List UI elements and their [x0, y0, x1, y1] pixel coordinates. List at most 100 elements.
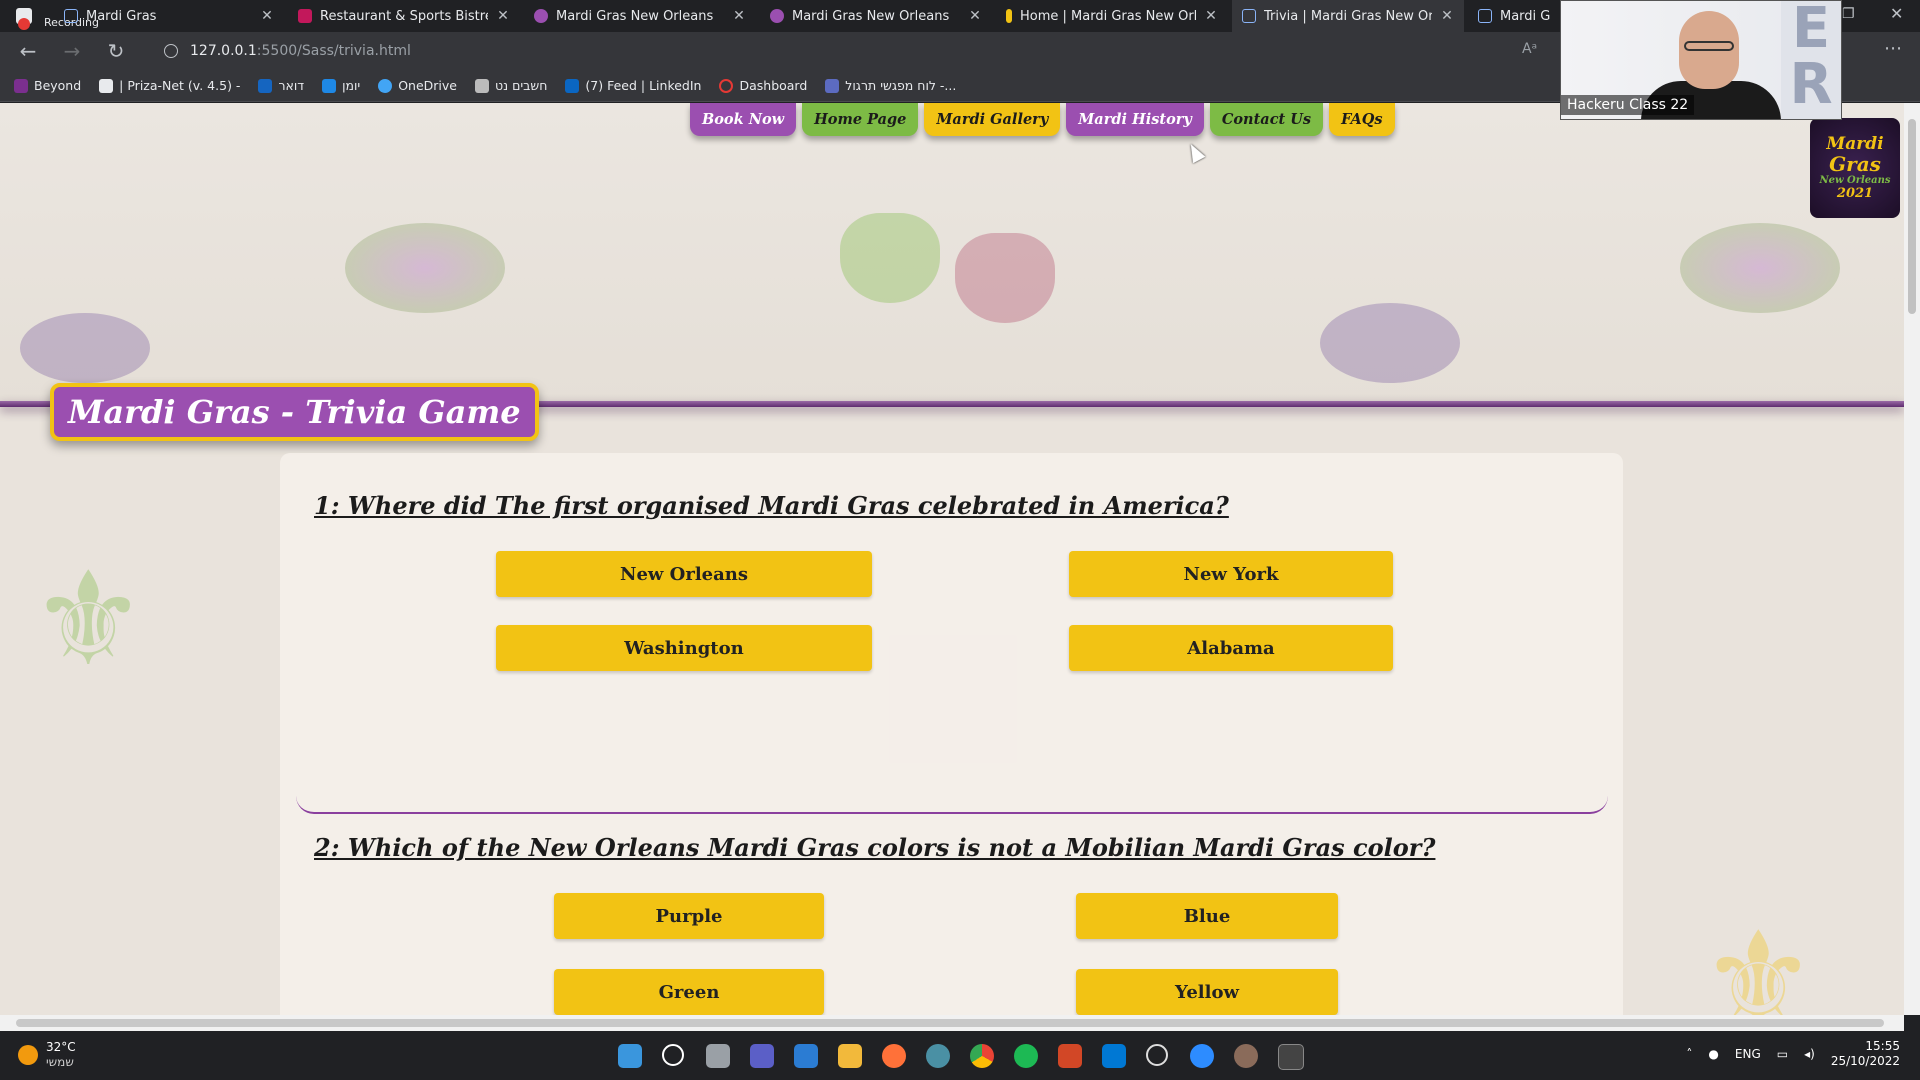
language-indicator[interactable]: ENG [1735, 1047, 1761, 1061]
reload-icon[interactable]: ↻ [104, 39, 128, 63]
bookmark-practice-board[interactable]: לוח מפגשי תרגול -... [825, 78, 956, 93]
bookmark-beyond[interactable]: Beyond [14, 78, 81, 93]
bookmark-accounts[interactable]: חשבים נט [474, 78, 547, 93]
close-tab-icon[interactable]: ✕ [1204, 8, 1218, 24]
firefox-icon[interactable] [882, 1044, 906, 1068]
bookmark-priza-net[interactable]: | Priza-Net (v. 4.5) - [99, 78, 240, 93]
clock-app-icon[interactable] [1146, 1044, 1168, 1066]
answer-blue[interactable]: Blue [1076, 893, 1338, 939]
tab-trivia[interactable]: Trivia | Mardi Gras New Orleans ✕ [1232, 0, 1464, 32]
quiz-panel: 1: Where did The first organised Mardi G… [280, 453, 1623, 1015]
site-info-icon[interactable] [164, 44, 178, 58]
answer-new-york[interactable]: New York [1069, 551, 1393, 597]
nav-contact-us[interactable]: Contact Us [1209, 103, 1324, 136]
terminal-icon[interactable] [1278, 1044, 1304, 1070]
edge-icon[interactable] [926, 1044, 950, 1068]
url-field[interactable]: 127.0.0.1:5500/Sass/trivia.html [152, 36, 1562, 66]
person-glasses [1684, 41, 1734, 51]
tab-title: Mardi Gras [86, 8, 157, 24]
site-nav: Book Now Home Page Mardi Gallery Mardi H… [690, 103, 1395, 136]
tab-mardi-gras-new-orleans-1[interactable]: Mardi Gras New Orleans ✕ [524, 0, 756, 32]
vscode-icon[interactable] [1102, 1044, 1126, 1068]
chevron-up-icon[interactable]: ˄ [1686, 1047, 1692, 1061]
tab-restaurant[interactable]: Restaurant & Sports Bistreaux | \ ✕ [288, 0, 520, 32]
zoom-icon[interactable] [1190, 1044, 1214, 1068]
answer-purple[interactable]: Purple [554, 893, 824, 939]
page-icon [1242, 9, 1256, 23]
mask-favicon-icon [534, 9, 548, 23]
microphone-icon[interactable]: ● [1708, 1047, 1718, 1061]
vertical-scroll-thumb[interactable] [1908, 119, 1916, 314]
accounts-icon [474, 78, 489, 93]
horizontal-scroll-thumb[interactable] [16, 1019, 1884, 1027]
more-menu-icon[interactable]: ⋯ [1884, 38, 1902, 59]
nav-mardi-history[interactable]: Mardi History [1066, 103, 1204, 136]
file-explorer-icon[interactable] [838, 1044, 862, 1068]
mask-decoration-icon [345, 223, 505, 313]
background-poster: ER [1781, 1, 1841, 119]
nav-faqs[interactable]: FAQs [1329, 103, 1395, 136]
task-view-icon[interactable] [706, 1044, 730, 1068]
profile-app-icon[interactable] [1234, 1044, 1258, 1068]
nav-mardi-gallery[interactable]: Mardi Gallery [924, 103, 1061, 136]
close-tab-icon[interactable]: ✕ [732, 8, 746, 24]
question-2: 2: Which of the New Orleans Mardi Gras c… [314, 833, 1436, 862]
restore-window-icon[interactable]: ❐ [1842, 6, 1855, 22]
chrome-icon[interactable] [970, 1044, 994, 1068]
logo-line-4: 2021 [1836, 186, 1874, 201]
answer-alabama[interactable]: Alabama [1069, 625, 1393, 671]
tab-title: Restaurant & Sports Bistreaux | \ [320, 8, 488, 24]
start-icon[interactable] [618, 1044, 642, 1068]
tab-mardi-gra[interactable]: Mardi Gra [1468, 0, 1560, 32]
back-icon[interactable]: ← [16, 39, 40, 63]
page-title: Mardi Gras - Trivia Game [50, 383, 539, 441]
answer-green[interactable]: Green [554, 969, 824, 1015]
bookmark-dashboard[interactable]: Dashboard [719, 78, 807, 93]
horizontal-scrollbar[interactable] [0, 1015, 1904, 1031]
bookmark-mail[interactable]: דואר [258, 78, 304, 93]
onedrive-icon [378, 78, 393, 93]
answer-yellow[interactable]: Yellow [1076, 969, 1338, 1015]
fleur-de-lis-icon: ⚜ [1700, 903, 1817, 1015]
webcam-label: Hackeru Class 22 [1561, 95, 1695, 115]
recording-icon [18, 18, 30, 30]
tab-home-mardi-gras[interactable]: Home | Mardi Gras New Orleans ✕ [996, 0, 1228, 32]
nav-book-now[interactable]: Book Now [690, 103, 797, 136]
nav-home-page[interactable]: Home Page [802, 103, 919, 136]
answer-new-orleans[interactable]: New Orleans [496, 551, 872, 597]
clock[interactable]: 15:55 25/10/2022 [1831, 1039, 1900, 1069]
site-logo[interactable]: Mardi Gras New Orleans 2021 [1810, 118, 1900, 218]
tab-mardi-gras-new-orleans-2[interactable]: Mardi Gras New Orleans ✕ [760, 0, 992, 32]
close-tab-icon[interactable]: ✕ [1440, 8, 1454, 24]
bookmark-label: דואר [278, 78, 305, 93]
store-icon[interactable] [794, 1044, 818, 1068]
vertical-scrollbar[interactable] [1904, 103, 1920, 1015]
teams-icon[interactable] [750, 1044, 774, 1068]
forward-icon[interactable]: → [60, 39, 84, 63]
calendar-icon [322, 78, 337, 93]
network-icon[interactable]: ▭ [1777, 1047, 1788, 1061]
search-icon[interactable] [662, 1044, 684, 1066]
answer-washington[interactable]: Washington [496, 625, 872, 671]
logo-line-3: New Orleans [1819, 175, 1891, 186]
close-tab-icon[interactable]: ✕ [260, 8, 274, 24]
weather-widget[interactable]: 32°C שמשי [18, 1040, 76, 1070]
bookmark-calendar[interactable]: יומן [322, 78, 360, 93]
bookmark-label: OneDrive [398, 78, 457, 93]
fleur-de-lis-icon: ⚜ [30, 543, 147, 695]
bookmark-onedrive[interactable]: OneDrive [378, 78, 457, 93]
close-tab-icon[interactable]: ✕ [968, 8, 982, 24]
volume-icon[interactable]: ◂) [1804, 1047, 1815, 1061]
read-aloud-icon[interactable]: Aᵃ [1522, 41, 1537, 57]
tab-mardi-gras[interactable]: Mardi Gras ✕ [54, 0, 284, 32]
bookmark-linkedin[interactable]: (7) Feed | LinkedIn [565, 78, 701, 93]
bookmark-label: יומן [342, 78, 361, 93]
board-icon [825, 78, 840, 93]
spotify-icon[interactable] [1014, 1044, 1038, 1068]
close-window-icon[interactable]: ✕ [1890, 4, 1903, 23]
weather-description: שמשי [46, 1055, 74, 1069]
powerpoint-icon[interactable] [1058, 1044, 1082, 1068]
page-icon [64, 9, 78, 23]
bookmark-label: (7) Feed | LinkedIn [585, 78, 702, 93]
close-tab-icon[interactable]: ✕ [496, 8, 510, 24]
